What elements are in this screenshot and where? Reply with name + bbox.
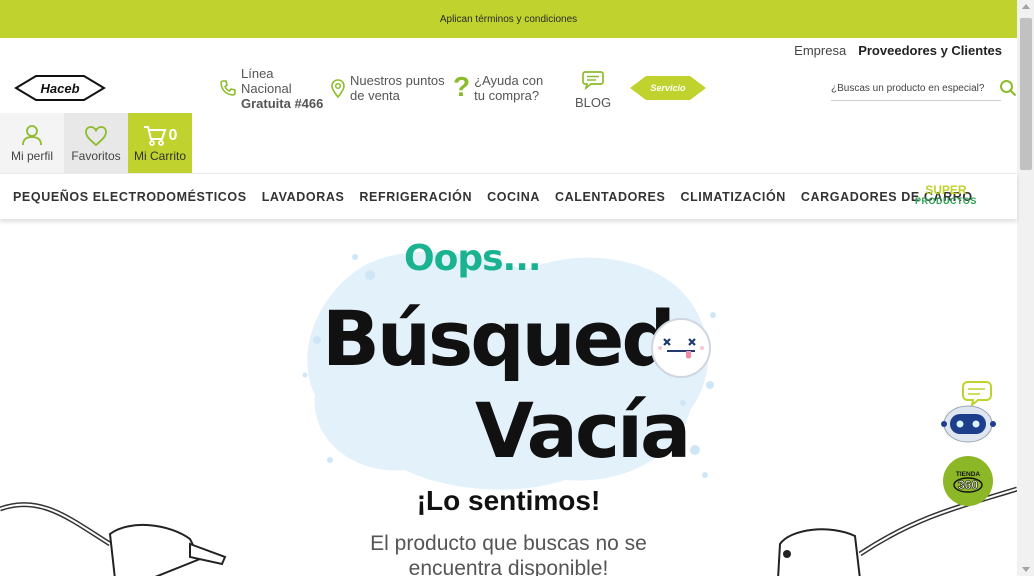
site-header: Empresa Proveedores y Clientes Haceb Lín… [0, 38, 1017, 173]
super-line-2: PRODUCTOS [915, 196, 977, 206]
user-actions: Mi perfil Favoritos 0 Mi Carrito [0, 113, 192, 173]
search-box[interactable] [831, 77, 1017, 103]
nav-cocina[interactable]: COCINA [487, 190, 540, 204]
user-icon [22, 125, 42, 146]
chatbot-button[interactable] [940, 378, 1000, 444]
help-line-1: ¿Ayuda con [474, 73, 544, 88]
tienda-360-icon: TIENDA 360 [953, 471, 983, 493]
phone-line-1: Línea [241, 66, 274, 81]
search-input[interactable] [831, 77, 1001, 101]
haceb-logo[interactable]: Haceb [14, 73, 106, 103]
scroll-down-icon[interactable] [1022, 567, 1030, 572]
promo-text[interactable]: Aplican términos y condiciones [440, 14, 577, 25]
sales-points[interactable]: Nuestros puntos de venta [330, 73, 445, 103]
empty-search-section: Oops... Búsqued Vacía ¡Lo sentimos! El p… [0, 219, 1017, 576]
question-icon: ? [453, 71, 471, 102]
phone-line-2: Nacional [241, 81, 292, 96]
super-line-1: SUPER [925, 183, 967, 197]
nav-refrigeracion[interactable]: REFRIGERACIÓN [359, 190, 472, 204]
cart-count: 0 [168, 127, 178, 144]
phone-line-3: Gratuita #466 [241, 96, 324, 111]
help-link[interactable]: ? ¿Ayuda con tu compra? [453, 71, 544, 104]
empty-title-line-1: Búsqued [322, 294, 676, 383]
help-line-2: tu compra? [474, 88, 540, 103]
nav-pequenos[interactable]: PEQUEÑOS ELECTRODOMÉSTICOS [13, 190, 247, 204]
profile-button[interactable]: Mi perfil [0, 113, 64, 173]
empty-title-line-2: Vacía [475, 386, 691, 475]
phone-icon [220, 80, 236, 96]
blog-link[interactable]: BLOG [575, 70, 611, 110]
scroll-thumb[interactable] [1020, 18, 1032, 170]
nav-lavadoras[interactable]: LAVADORAS [262, 190, 345, 204]
proveedores-link[interactable]: Proveedores y Clientes [858, 43, 1002, 58]
sales-points-line-2: de venta [350, 88, 400, 103]
blog-label: BLOG [575, 95, 612, 110]
chat-bubble-icon [582, 71, 604, 91]
cart-button[interactable]: 0 Mi Carrito [128, 113, 192, 173]
tienda-label: TIENDA [956, 471, 981, 478]
search-icon[interactable] [999, 79, 1017, 97]
plug-left-illustration [0, 502, 227, 576]
location-pin-icon [331, 79, 345, 99]
super-productos-link[interactable]: SUPER PRODUCTOS [915, 183, 977, 207]
tienda-360-button[interactable]: TIENDA 360 [943, 456, 993, 506]
favorites-label: Favoritos [71, 149, 121, 163]
logo-text: Haceb [40, 81, 79, 96]
main-navigation: PEQUEÑOS ELECTRODOMÉSTICOS LAVADORAS REF… [0, 173, 1017, 219]
promo-bar[interactable]: Aplican términos y condiciones [0, 0, 1017, 38]
cart-label: Mi Carrito [133, 149, 186, 163]
sales-points-line-1: Nuestros puntos [350, 73, 445, 88]
cart-icon [143, 126, 166, 146]
phone-line[interactable]: Línea Nacional Gratuita #466 [219, 66, 323, 111]
service-badge[interactable]: Servicio [630, 75, 706, 101]
utility-links: Empresa Proveedores y Clientes [794, 43, 1002, 58]
sad-face-icon [651, 318, 711, 378]
oops-heading: Oops... [404, 238, 542, 279]
empresa-link[interactable]: Empresa [794, 43, 846, 58]
scrollbar[interactable] [1017, 0, 1034, 576]
nav-calentadores[interactable]: CALENTADORES [555, 190, 665, 204]
scroll-up-icon[interactable] [1022, 4, 1030, 9]
tienda-360-label: 360 [958, 478, 978, 492]
heart-icon [85, 126, 107, 147]
service-badge-text: Servicio [650, 83, 686, 93]
favorites-button[interactable]: Favoritos [64, 113, 128, 173]
profile-label: Mi perfil [10, 149, 53, 163]
nav-climatizacion[interactable]: CLIMATIZACIÓN [680, 190, 785, 204]
